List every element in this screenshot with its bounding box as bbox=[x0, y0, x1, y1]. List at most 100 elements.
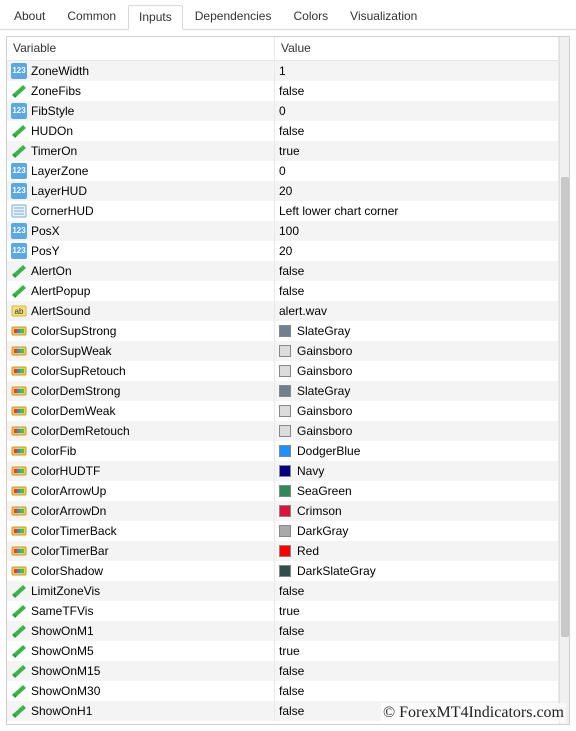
vertical-scrollbar[interactable] bbox=[559, 37, 569, 724]
table-row[interactable]: 123PosY20 bbox=[7, 241, 559, 261]
value-cell[interactable]: 100 bbox=[275, 221, 559, 241]
value-cell[interactable]: Crimson bbox=[275, 501, 559, 521]
table-row[interactable]: ColorDemWeakGainsboro bbox=[7, 401, 559, 421]
tab-about[interactable]: About bbox=[4, 5, 55, 30]
table-row[interactable]: 123FibStyle0 bbox=[7, 101, 559, 121]
table-row[interactable]: ShowOnM1false bbox=[7, 621, 559, 641]
variable-cell[interactable]: ShowOnM30 bbox=[7, 681, 275, 701]
value-cell[interactable]: 1 bbox=[275, 61, 559, 81]
table-row[interactable]: 123LayerHUD20 bbox=[7, 181, 559, 201]
value-cell[interactable]: 0 bbox=[275, 101, 559, 121]
table-row[interactable]: ShowOnH1false bbox=[7, 701, 559, 721]
tab-colors[interactable]: Colors bbox=[283, 5, 338, 30]
variable-cell[interactable]: CornerHUD bbox=[7, 201, 275, 221]
table-row[interactable]: ColorHUDTFNavy bbox=[7, 461, 559, 481]
variable-cell[interactable]: ColorSupRetouch bbox=[7, 361, 275, 381]
table-row[interactable]: ColorSupRetouchGainsboro bbox=[7, 361, 559, 381]
variable-cell[interactable]: ColorSupStrong bbox=[7, 321, 275, 341]
value-cell[interactable]: SeaGreen bbox=[275, 481, 559, 501]
variable-cell[interactable]: AlertPopup bbox=[7, 281, 275, 301]
value-cell[interactable]: true bbox=[275, 141, 559, 161]
variable-cell[interactable]: LimitZoneVis bbox=[7, 581, 275, 601]
value-cell[interactable]: false bbox=[275, 581, 559, 601]
value-cell[interactable]: false bbox=[275, 261, 559, 281]
col-header-value[interactable]: Value bbox=[275, 37, 559, 60]
table-row[interactable]: 123ZoneWidth1 bbox=[7, 61, 559, 81]
table-row[interactable]: ColorArrowDnCrimson bbox=[7, 501, 559, 521]
table-row[interactable]: HUDOnfalse bbox=[7, 121, 559, 141]
variable-cell[interactable]: 123LayerHUD bbox=[7, 181, 275, 201]
table-row[interactable]: AlertPopupfalse bbox=[7, 281, 559, 301]
table-row[interactable]: ShowOnM5true bbox=[7, 641, 559, 661]
variable-cell[interactable]: ShowOnH1 bbox=[7, 701, 275, 721]
variable-cell[interactable]: ColorArrowUp bbox=[7, 481, 275, 501]
variable-cell[interactable]: ColorArrowDn bbox=[7, 501, 275, 521]
variable-cell[interactable]: ColorTimerBar bbox=[7, 541, 275, 561]
table-row[interactable]: ZoneFibsfalse bbox=[7, 81, 559, 101]
value-cell[interactable]: DarkSlateGray bbox=[275, 561, 559, 581]
value-cell[interactable]: SlateGray bbox=[275, 381, 559, 401]
table-row[interactable]: ColorSupWeakGainsboro bbox=[7, 341, 559, 361]
variable-cell[interactable]: 123FibStyle bbox=[7, 101, 275, 121]
table-row[interactable]: ColorTimerBackDarkGray bbox=[7, 521, 559, 541]
value-cell[interactable]: Gainsboro bbox=[275, 401, 559, 421]
variable-cell[interactable]: 123PosY bbox=[7, 241, 275, 261]
value-cell[interactable]: true bbox=[275, 641, 559, 661]
value-cell[interactable]: Gainsboro bbox=[275, 361, 559, 381]
table-row[interactable]: ColorFibDodgerBlue bbox=[7, 441, 559, 461]
table-row[interactable]: ColorShadowDarkSlateGray bbox=[7, 561, 559, 581]
value-cell[interactable]: Red bbox=[275, 541, 559, 561]
value-cell[interactable]: 20 bbox=[275, 241, 559, 261]
variable-cell[interactable]: abAlertSound bbox=[7, 301, 275, 321]
table-row[interactable]: ColorDemStrongSlateGray bbox=[7, 381, 559, 401]
table-row[interactable]: LimitZoneVisfalse bbox=[7, 581, 559, 601]
value-cell[interactable]: false bbox=[275, 81, 559, 101]
variable-cell[interactable]: ColorDemWeak bbox=[7, 401, 275, 421]
table-row[interactable]: TimerOntrue bbox=[7, 141, 559, 161]
value-cell[interactable]: 0 bbox=[275, 161, 559, 181]
variable-cell[interactable]: ShowOnM15 bbox=[7, 661, 275, 681]
variable-cell[interactable]: HUDOn bbox=[7, 121, 275, 141]
table-row[interactable]: ColorSupStrongSlateGray bbox=[7, 321, 559, 341]
variable-cell[interactable]: ShowOnM5 bbox=[7, 641, 275, 661]
table-row[interactable]: 123PosX100 bbox=[7, 221, 559, 241]
tab-common[interactable]: Common bbox=[57, 5, 126, 30]
value-cell[interactable]: SlateGray bbox=[275, 321, 559, 341]
variable-cell[interactable]: ZoneFibs bbox=[7, 81, 275, 101]
value-cell[interactable]: false bbox=[275, 681, 559, 701]
variable-cell[interactable]: ColorDemRetouch bbox=[7, 421, 275, 441]
tab-dependencies[interactable]: Dependencies bbox=[185, 5, 282, 30]
scrollbar-thumb[interactable] bbox=[561, 177, 569, 637]
variable-cell[interactable]: TimerOn bbox=[7, 141, 275, 161]
value-cell[interactable]: alert.wav bbox=[275, 301, 559, 321]
table-row[interactable]: ColorDemRetouchGainsboro bbox=[7, 421, 559, 441]
value-cell[interactable]: true bbox=[275, 601, 559, 621]
value-cell[interactable]: Gainsboro bbox=[275, 421, 559, 441]
table-row[interactable]: CornerHUDLeft lower chart corner bbox=[7, 201, 559, 221]
table-row[interactable]: 123LayerZone0 bbox=[7, 161, 559, 181]
value-cell[interactable]: false bbox=[275, 701, 559, 721]
value-cell[interactable]: DarkGray bbox=[275, 521, 559, 541]
value-cell[interactable]: 20 bbox=[275, 181, 559, 201]
variable-cell[interactable]: 123PosX bbox=[7, 221, 275, 241]
col-header-variable[interactable]: Variable bbox=[7, 37, 275, 60]
table-row[interactable]: ShowOnM30false bbox=[7, 681, 559, 701]
value-cell[interactable]: Left lower chart corner bbox=[275, 201, 559, 221]
variable-cell[interactable]: ColorShadow bbox=[7, 561, 275, 581]
tab-visualization[interactable]: Visualization bbox=[340, 5, 427, 30]
value-cell[interactable]: Navy bbox=[275, 461, 559, 481]
table-row[interactable]: AlertOnfalse bbox=[7, 261, 559, 281]
table-row[interactable]: ShowOnM15false bbox=[7, 661, 559, 681]
value-cell[interactable]: false bbox=[275, 121, 559, 141]
table-row[interactable]: ColorTimerBarRed bbox=[7, 541, 559, 561]
variable-cell[interactable]: ColorTimerBack bbox=[7, 521, 275, 541]
value-cell[interactable]: false bbox=[275, 661, 559, 681]
table-row[interactable]: ColorArrowUpSeaGreen bbox=[7, 481, 559, 501]
variable-cell[interactable]: ColorHUDTF bbox=[7, 461, 275, 481]
variable-cell[interactable]: ColorFib bbox=[7, 441, 275, 461]
variable-cell[interactable]: SameTFVis bbox=[7, 601, 275, 621]
value-cell[interactable]: Gainsboro bbox=[275, 341, 559, 361]
variable-cell[interactable]: 123ZoneWidth bbox=[7, 61, 275, 81]
tab-inputs[interactable]: Inputs bbox=[128, 5, 183, 30]
variable-cell[interactable]: ColorSupWeak bbox=[7, 341, 275, 361]
